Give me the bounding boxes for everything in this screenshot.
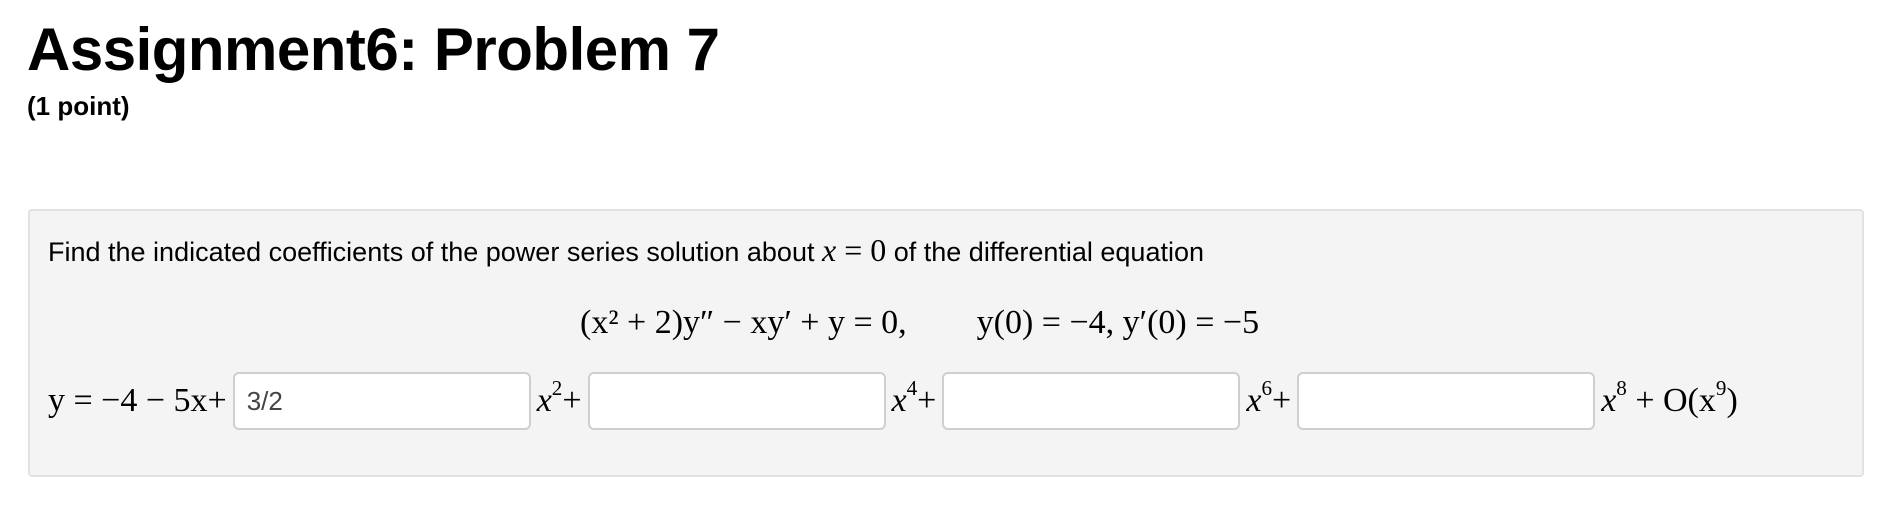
term-x6: x6+ (1246, 376, 1292, 419)
page-title: Assignment6: Problem 7 (27, 16, 720, 83)
prompt-math: x = 0 (822, 232, 886, 268)
initial-conditions: y(0) = −4, y′(0) = −5 (976, 304, 1260, 341)
differential-equation: (x² + 2)y″ − xy′ + y = 0, y(0) = −4, y′(0… (580, 301, 1259, 345)
term-x4: x4+ (891, 376, 937, 419)
term-x2: x2+ (536, 376, 582, 419)
series-answer-row: y = −4 − 5x+ x2+ x4+ x6+ x8 + O(x9) (48, 371, 1738, 431)
prompt-text-before: Find the indicated coefficients of the p… (48, 237, 815, 267)
points-label: (1 point) (27, 91, 130, 121)
coefficient-input-x4[interactable] (587, 372, 886, 430)
prompt-math-var: x (821, 232, 837, 268)
webwork-problem-page: Assignment6: Problem 7 (1 point) Find th… (0, 0, 1888, 518)
problem-container: Find the indicated coefficients of the p… (28, 209, 1864, 477)
equation-lhs: (x² + 2)y″ − xy′ + y = 0, (580, 304, 907, 341)
problem-prompt: Find the indicated coefficients of the p… (48, 233, 1204, 269)
term-x8-tail: x8 + O(x9) (1601, 376, 1738, 419)
prompt-math-rest: = 0 (836, 232, 887, 268)
coefficient-input-x6[interactable] (942, 372, 1241, 430)
prompt-text-after: of the differential equation (893, 237, 1204, 267)
series-lead: y = −4 − 5x+ (48, 382, 227, 419)
coefficient-input-x8[interactable] (1297, 372, 1596, 430)
coefficient-input-x2[interactable] (232, 372, 531, 430)
